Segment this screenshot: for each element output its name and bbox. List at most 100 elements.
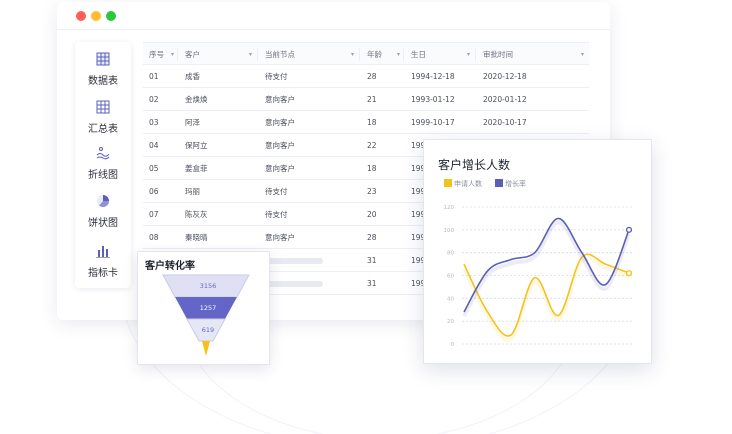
series-end-point[interactable] — [625, 270, 633, 277]
cell-customer: 陈灰灰 — [185, 210, 208, 219]
sidebar-item-label: 汇总表 — [88, 124, 118, 135]
cell-age: 21 — [367, 95, 377, 104]
summary-table-icon — [96, 100, 110, 114]
cell-age: 22 — [367, 141, 377, 150]
header-approval-time[interactable]: 审批时间 — [483, 43, 513, 66]
cell-approval-time: 2020-10-17 — [483, 118, 527, 127]
close-window-button[interactable] — [76, 11, 86, 21]
sort-caret-icon[interactable]: ▾ — [351, 43, 354, 66]
funnel-stage-value: 1257 — [199, 304, 217, 312]
cell-customer: 阿泽 — [185, 118, 200, 127]
funnel-stage-4 — [202, 341, 210, 356]
cell-age: 31 — [367, 256, 377, 265]
line-chart-icon — [96, 147, 110, 160]
cell-customer: 金焕焕 — [185, 95, 208, 104]
maximize-window-button[interactable] — [106, 11, 116, 21]
cell-index: 03 — [149, 118, 159, 127]
cell-age: 20 — [367, 210, 377, 219]
cell-node: 意向客户 — [265, 141, 295, 150]
cell-index: 06 — [149, 187, 159, 196]
sort-caret-icon[interactable]: ▾ — [171, 43, 174, 66]
sort-caret-icon[interactable]: ▾ — [467, 43, 470, 66]
table-icon — [96, 52, 110, 66]
sidebar-item-label: 折线图 — [88, 170, 118, 181]
conversion-funnel-card: 客户转化率 3156 1257 619 — [137, 251, 270, 365]
y-tick-label: 20 — [447, 319, 454, 325]
title-bar — [57, 2, 610, 30]
column-divider — [475, 48, 476, 61]
sidebar-item-line-chart[interactable]: 折线图 — [75, 146, 131, 182]
table-header-row: 序号 ▾ 客户 ▾ 当前节点 ▾ 年龄 ▾ 生日 ▾ 审批时间 ▾ — [143, 42, 589, 65]
customer-growth-chart-card: 客户增长人数 申请人数 增长率 0 20 40 60 80 100 120 — [423, 139, 652, 364]
sort-caret-icon[interactable]: ▾ — [249, 43, 252, 66]
cell-node: 待支付 — [265, 72, 288, 81]
stage: 数据表 汇总表 折线图 饼状图 指标卡 序号 ▾ 客户 ▾ 当前节点 ▾ 年龄 … — [0, 0, 732, 434]
sidebar-item-data-table[interactable]: 数据表 — [75, 52, 131, 88]
cell-node: 待支付 — [265, 210, 288, 219]
y-tick-label: 0 — [451, 342, 455, 348]
sort-caret-icon[interactable]: ▾ — [397, 43, 400, 66]
cell-age: 18 — [367, 118, 377, 127]
header-age[interactable]: 年龄 — [367, 43, 382, 66]
cell-customer: 玛丽 — [185, 187, 200, 196]
series-end-point[interactable] — [625, 226, 633, 233]
cell-approval-time: 2020-01-12 — [483, 95, 527, 104]
header-index[interactable]: 序号 — [149, 43, 164, 66]
column-divider — [257, 48, 258, 61]
bar-indicator-icon — [96, 246, 110, 258]
table-row[interactable]: 02 金焕焕 意向客户 21 1993-01-12 2020-01-12 — [143, 88, 589, 111]
y-tick-label: 100 — [444, 228, 455, 234]
y-tick-label: 80 — [447, 251, 454, 257]
cell-customer: 秦晓晴 — [185, 233, 208, 242]
cell-node: 待支付 — [265, 187, 288, 196]
cell-age: 28 — [367, 72, 377, 81]
sort-caret-icon[interactable]: ▾ — [581, 43, 584, 66]
cell-index: 01 — [149, 72, 159, 81]
cell-node: 意向客户 — [265, 164, 295, 173]
cell-birthday: 1999-10-17 — [411, 118, 455, 127]
cell-index: 02 — [149, 95, 159, 104]
sidebar-item-label: 数据表 — [88, 76, 118, 87]
cell-index: 04 — [149, 141, 159, 150]
column-divider — [177, 48, 178, 61]
column-divider — [359, 48, 360, 61]
sidebar-item-label: 饼状图 — [88, 218, 118, 229]
pie-chart-icon — [97, 195, 110, 208]
cell-age: 23 — [367, 187, 377, 196]
column-divider — [403, 48, 404, 61]
cell-index: 08 — [149, 233, 159, 242]
header-customer[interactable]: 客户 — [185, 43, 200, 66]
cell-customer: 姜盒菲 — [185, 164, 208, 173]
cell-node: 意向客户 — [265, 233, 295, 242]
minimize-window-button[interactable] — [91, 11, 101, 21]
line-chart: 0 20 40 60 80 100 120 — [444, 205, 633, 348]
loading-placeholder — [265, 272, 323, 295]
sidebar-item-pie-chart[interactable]: 饼状图 — [75, 194, 131, 230]
table-row[interactable]: 03 阿泽 意向客户 18 1999-10-17 2020-10-17 — [143, 111, 589, 134]
cell-index: 05 — [149, 164, 159, 173]
cell-age: 18 — [367, 164, 377, 173]
loading-placeholder — [265, 249, 323, 272]
table-row[interactable]: 01 成香 待支付 28 1994-12-18 2020-12-18 — [143, 65, 589, 88]
cell-birthday: 1993-01-12 — [411, 95, 455, 104]
cell-age: 28 — [367, 233, 377, 242]
cell-index: 07 — [149, 210, 159, 219]
funnel-stage-value: 3156 — [199, 282, 217, 290]
header-birthday[interactable]: 生日 — [411, 43, 426, 66]
y-tick-label: 120 — [444, 205, 455, 211]
sidebar-item-indicator-card[interactable]: 指标卡 — [75, 244, 131, 280]
cell-node: 意向客户 — [265, 118, 295, 127]
y-tick-label: 60 — [447, 274, 454, 280]
cell-approval-time: 2020-12-18 — [483, 72, 527, 81]
sidebar-item-summary-table[interactable]: 汇总表 — [75, 100, 131, 136]
cell-customer: 成香 — [185, 72, 200, 81]
cell-age: 31 — [367, 279, 377, 288]
sidebar-item-label: 指标卡 — [88, 268, 118, 279]
cell-birthday: 1994-12-18 — [411, 72, 455, 81]
cell-node: 意向客户 — [265, 95, 295, 104]
funnel-stage-value: 619 — [201, 326, 215, 334]
y-tick-label: 40 — [447, 296, 454, 302]
cell-customer: 保阿立 — [185, 141, 208, 150]
header-node[interactable]: 当前节点 — [265, 43, 295, 66]
sidebar: 数据表 汇总表 折线图 饼状图 指标卡 — [75, 42, 131, 288]
